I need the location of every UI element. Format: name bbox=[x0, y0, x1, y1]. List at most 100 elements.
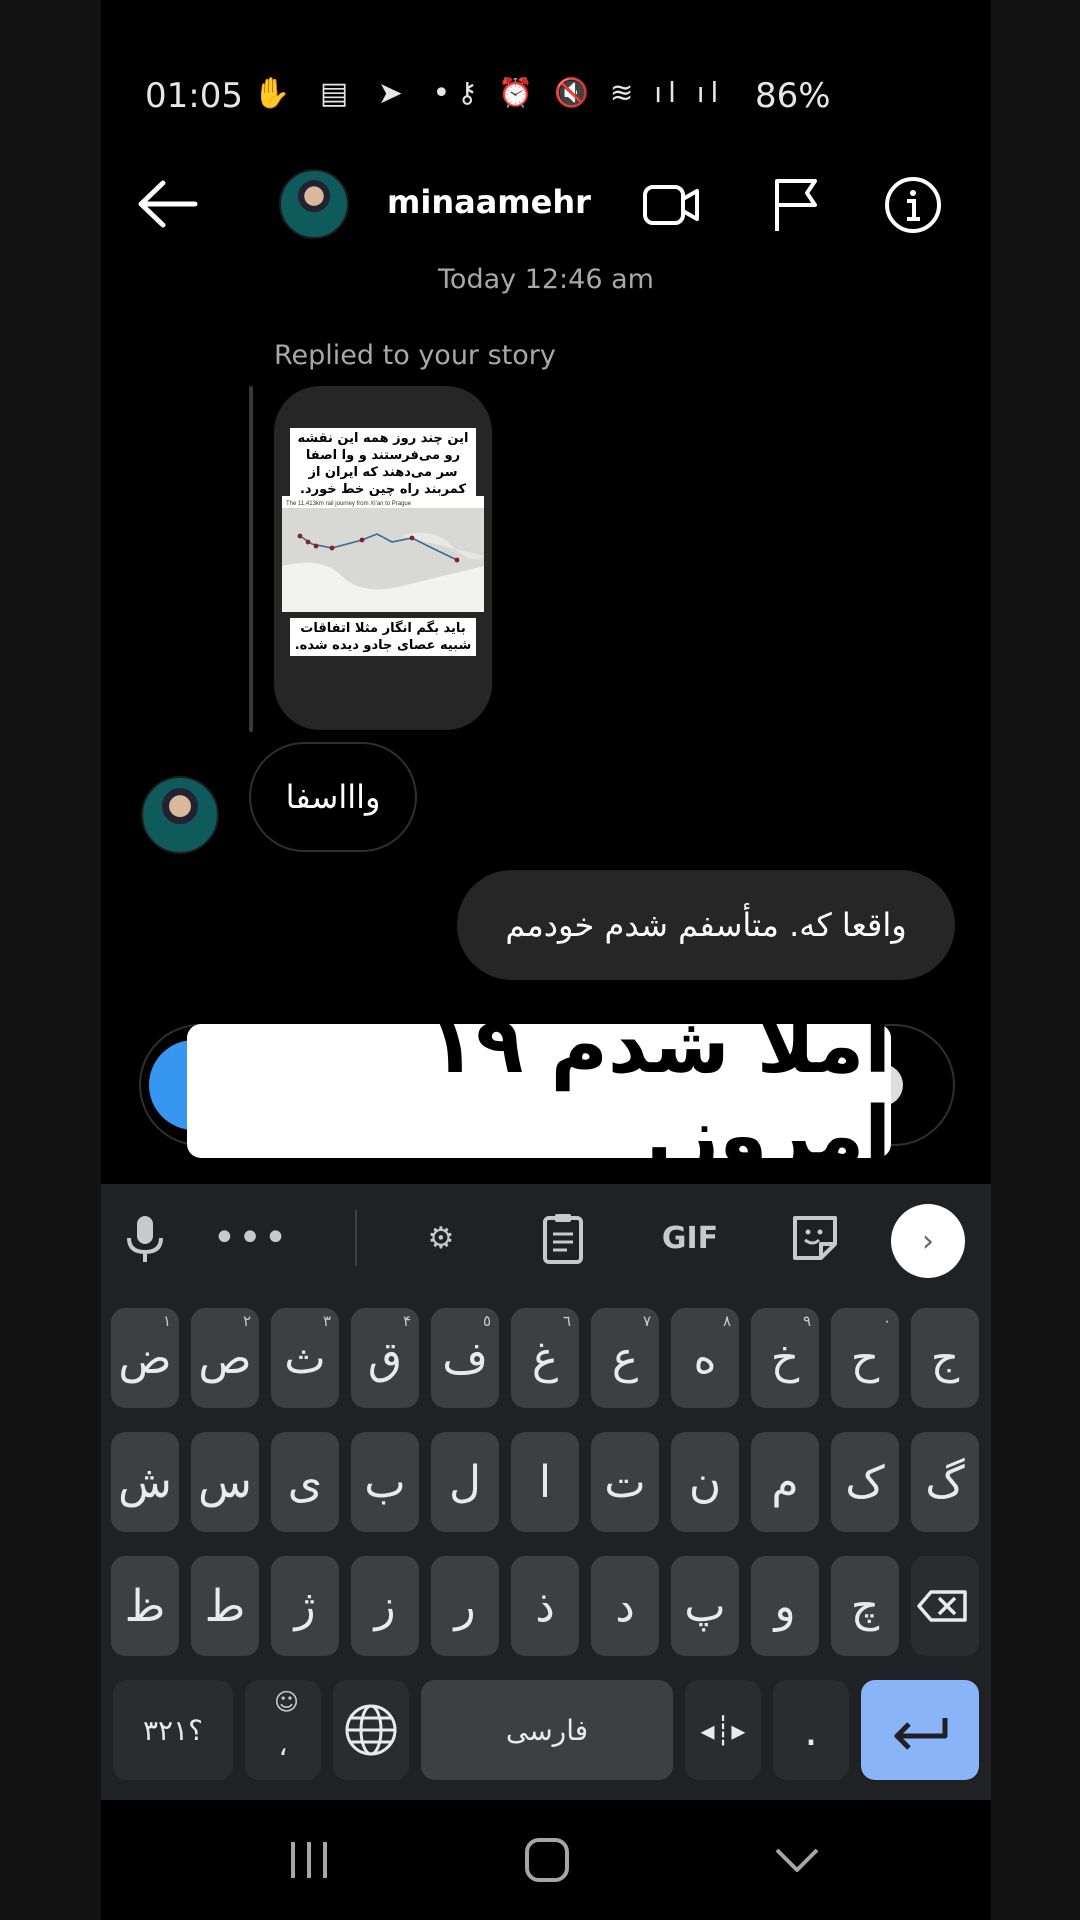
key-label: ل bbox=[449, 1456, 481, 1508]
period-key-label: . bbox=[804, 1704, 818, 1756]
key-label: ا bbox=[538, 1456, 552, 1508]
key-label: چ bbox=[850, 1580, 880, 1632]
key-label: ز bbox=[374, 1580, 396, 1632]
key-row2-7[interactable]: ب bbox=[351, 1432, 419, 1532]
key-row3-1[interactable]: و bbox=[751, 1556, 819, 1656]
key-label: ژ bbox=[294, 1580, 316, 1632]
chat-header: minaamehr bbox=[101, 165, 991, 245]
key-hint: ٥ bbox=[482, 1312, 491, 1330]
gear-icon[interactable]: ⚙ bbox=[413, 1210, 469, 1266]
navigation-bar bbox=[101, 1800, 991, 1920]
clipboard-icon[interactable] bbox=[535, 1210, 591, 1266]
avatar[interactable] bbox=[279, 169, 349, 239]
key-row3-3[interactable]: د bbox=[591, 1556, 659, 1656]
key-row1-3[interactable]: ه٨ bbox=[671, 1308, 739, 1408]
key-hint: ٨ bbox=[722, 1312, 731, 1330]
key-row2-5[interactable]: ا bbox=[511, 1432, 579, 1532]
key-row2-0[interactable]: گ bbox=[911, 1432, 979, 1532]
key-label: ی bbox=[287, 1456, 323, 1508]
key-label: ص bbox=[198, 1332, 252, 1384]
key-label: و bbox=[774, 1580, 796, 1632]
home-icon[interactable] bbox=[515, 1828, 579, 1892]
key-label: د bbox=[615, 1580, 635, 1632]
key-row2-10[interactable]: ش bbox=[111, 1432, 179, 1532]
key-row3-6[interactable]: ز bbox=[351, 1556, 419, 1656]
key-hint: ٧ bbox=[642, 1312, 651, 1330]
sender-avatar[interactable] bbox=[141, 776, 219, 854]
gif-button[interactable]: GIF bbox=[655, 1210, 725, 1266]
key-label: گ bbox=[925, 1456, 965, 1508]
globe-icon[interactable] bbox=[333, 1680, 409, 1780]
key-label: ط bbox=[204, 1580, 246, 1632]
key-row2-6[interactable]: ل bbox=[431, 1432, 499, 1532]
key-row1-5[interactable]: غ٦ bbox=[511, 1308, 579, 1408]
key-row1-8[interactable]: ث٣ bbox=[271, 1308, 339, 1408]
enter-icon[interactable] bbox=[861, 1680, 979, 1780]
space-key[interactable]: فارسی bbox=[421, 1680, 673, 1780]
arrow-left-icon[interactable] bbox=[137, 179, 199, 229]
chevron-right-icon[interactable]: › bbox=[891, 1204, 965, 1278]
key-row1-2[interactable]: خ٩ bbox=[751, 1308, 819, 1408]
key-label: ظ bbox=[124, 1580, 166, 1632]
key-label: خ bbox=[770, 1332, 800, 1384]
replied-label: Replied to your story bbox=[274, 340, 556, 371]
key-label: ع bbox=[611, 1332, 639, 1384]
key-row3-8[interactable]: ط bbox=[191, 1556, 259, 1656]
key-row1-9[interactable]: ص٢ bbox=[191, 1308, 259, 1408]
incoming-message[interactable]: واااسفا bbox=[249, 742, 417, 852]
key-row1-4[interactable]: ع٧ bbox=[591, 1308, 659, 1408]
key-row2-8[interactable]: ی bbox=[271, 1432, 339, 1532]
key-label: ر bbox=[454, 1580, 476, 1632]
key-row2-3[interactable]: ن bbox=[671, 1432, 739, 1532]
key-label: ج bbox=[930, 1332, 960, 1384]
symbols-key[interactable]: ؟۳۲۱ bbox=[113, 1680, 233, 1780]
key-row2-1[interactable]: ک bbox=[831, 1432, 899, 1532]
recent-apps-icon[interactable] bbox=[277, 1828, 341, 1892]
emoji-key-label: ، bbox=[278, 1728, 288, 1762]
key-row3-7[interactable]: ژ bbox=[271, 1556, 339, 1656]
key-row1-0[interactable]: ج bbox=[911, 1308, 979, 1408]
key-row1-7[interactable]: ق۴ bbox=[351, 1308, 419, 1408]
video-camera-icon[interactable] bbox=[641, 175, 701, 235]
key-hint: ٩ bbox=[802, 1312, 811, 1330]
cursor-move-icon[interactable]: ◂┊▸ bbox=[685, 1680, 761, 1780]
key-row3-4[interactable]: ذ bbox=[511, 1556, 579, 1656]
chat-username[interactable]: minaamehr bbox=[387, 183, 591, 221]
flag-icon[interactable] bbox=[767, 175, 827, 235]
key-label: ب bbox=[364, 1456, 406, 1508]
key-row2-9[interactable]: س bbox=[191, 1432, 259, 1532]
key-row2-4[interactable]: ت bbox=[591, 1432, 659, 1532]
chevron-down-icon[interactable] bbox=[765, 1828, 829, 1892]
key-row3-2[interactable]: پ bbox=[671, 1556, 739, 1656]
story-reply-card[interactable]: این چند روز همه این نقشه رو می‌فرستند و … bbox=[274, 386, 492, 730]
key-row1-1[interactable]: ح٠ bbox=[831, 1308, 899, 1408]
key-row2-2[interactable]: م bbox=[751, 1432, 819, 1532]
keyboard-toolbar: ••• ⚙ GIF › bbox=[101, 1184, 991, 1292]
key-label: ق bbox=[367, 1332, 403, 1384]
key-row3-5[interactable]: ر bbox=[431, 1556, 499, 1656]
reply-indicator bbox=[249, 386, 253, 732]
key-row1-6[interactable]: ف٥ bbox=[431, 1308, 499, 1408]
emoji-key[interactable]: ☺ ، bbox=[245, 1680, 321, 1780]
key-label: ک bbox=[845, 1456, 885, 1508]
key-hint: ٢ bbox=[242, 1312, 251, 1330]
key-label: م bbox=[771, 1456, 799, 1508]
sticker-icon[interactable] bbox=[787, 1210, 843, 1266]
story-map-image: The 11,413km rail journey from Xi'an to … bbox=[282, 496, 484, 612]
key-label: ت bbox=[604, 1456, 646, 1508]
story-map-title: The 11,413km rail journey from Xi'an to … bbox=[286, 501, 412, 507]
key-row3-0[interactable]: چ bbox=[831, 1556, 899, 1656]
emoji-icon: ☺ bbox=[273, 1688, 299, 1716]
key-label: ه bbox=[693, 1332, 717, 1384]
info-icon[interactable] bbox=[883, 175, 943, 235]
microphone-icon[interactable] bbox=[117, 1210, 173, 1266]
more-options-icon[interactable]: ••• bbox=[213, 1210, 288, 1266]
key-hint: ٠ bbox=[882, 1312, 891, 1330]
outgoing-message[interactable]: واقعا که. متأسفم شدم خودمم bbox=[457, 870, 955, 980]
key-row3-9[interactable]: ظ bbox=[111, 1556, 179, 1656]
period-key[interactable]: . bbox=[773, 1680, 849, 1780]
story-text-bottom: باید بگم انگار مثلا اتفاقات شبیه عصای جا… bbox=[290, 618, 476, 656]
keyboard: ••• ⚙ GIF › جح٠خ٩ه٨ع٧غ٦ف٥ق۴ث٣ص٢ض١ گکمنتا… bbox=[101, 1184, 991, 1800]
backspace-icon[interactable] bbox=[911, 1556, 979, 1656]
key-row1-10[interactable]: ض١ bbox=[111, 1308, 179, 1408]
